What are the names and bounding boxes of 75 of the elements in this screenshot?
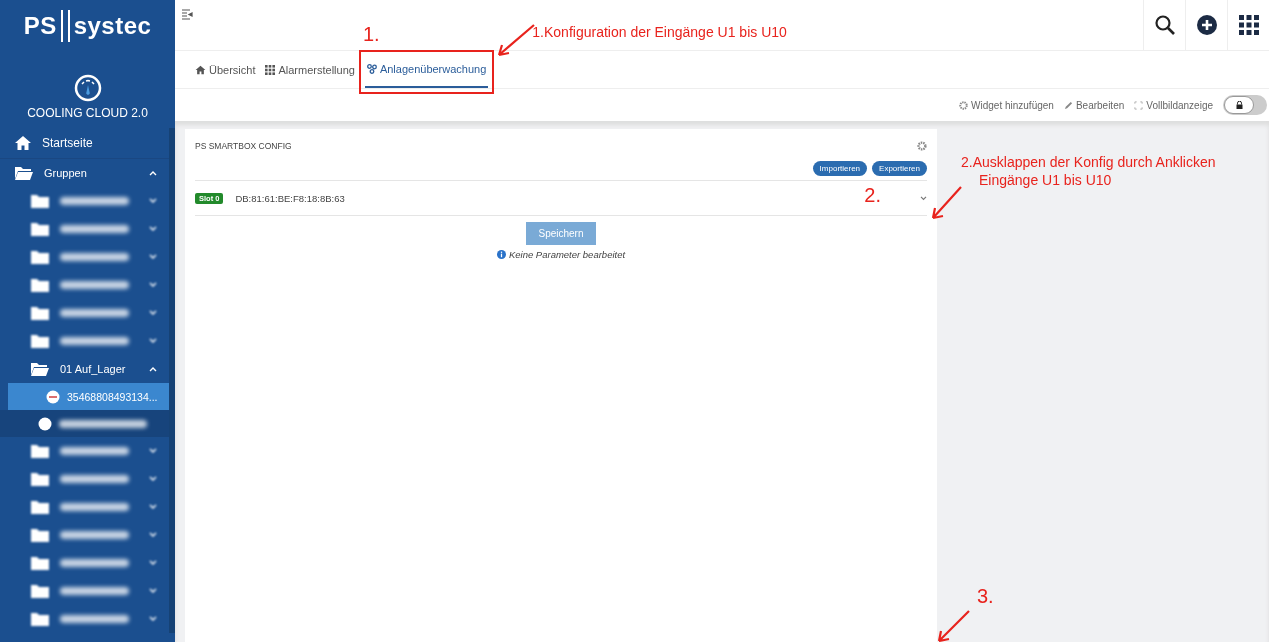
home-icon (14, 135, 32, 151)
folder-icon (30, 471, 50, 487)
plus-icon (1195, 14, 1218, 36)
tab[interactable]: Alarmerstellung (265, 51, 355, 88)
folder-icon (30, 443, 50, 459)
toolbar-link[interactable]: Vollbildanzeige (1134, 99, 1213, 111)
device-icon (38, 416, 52, 431)
annotation-arrow (929, 185, 963, 221)
redacted-label (60, 197, 129, 205)
action-button[interactable]: Exportieren (872, 161, 927, 176)
lock-toggle[interactable] (1223, 95, 1267, 115)
home-icon (195, 64, 206, 75)
annotation-arrow (935, 609, 971, 642)
grid-icon (265, 64, 276, 75)
mac-address: DB:81:61:BE:F8:18:8B:63 (235, 192, 345, 204)
card-title: PS SMARTBOX CONFIG (195, 141, 292, 151)
folder-icon (30, 583, 50, 599)
sidebar-item[interactable] (0, 410, 169, 437)
lock-icon (1235, 101, 1243, 109)
sidebar-item[interactable]: Startseite (0, 128, 169, 159)
tab[interactable]: Anlagenüberwachung (364, 51, 489, 88)
redacted-label (60, 559, 129, 567)
folder-icon (30, 221, 50, 237)
nodes-icon (366, 63, 377, 74)
redacted-label (60, 253, 129, 261)
folder-icon (30, 193, 50, 209)
redacted-label (60, 447, 129, 455)
action-button[interactable]: Importieren (812, 161, 868, 176)
folder-icon (30, 499, 50, 515)
annotation-number: 2. (864, 184, 881, 207)
logo-divider-icon (60, 10, 70, 42)
redacted-label (60, 337, 129, 345)
sidebar-toggle-icon[interactable] (181, 9, 193, 21)
pencil-icon (1063, 100, 1073, 110)
info-message: Keine Parameter bearbeitet (508, 249, 626, 260)
redacted-label (60, 503, 129, 511)
folder-icon (30, 277, 50, 293)
annotation-text: 2.Ausklappen der Konfig durch Anklicken (961, 153, 1216, 171)
annotation-number: 1. (362, 23, 380, 46)
chevron-down-icon[interactable] (920, 195, 927, 201)
open-folder-icon (14, 165, 34, 181)
expand-icon (1134, 100, 1144, 110)
folder-icon (30, 611, 50, 627)
product-name: COOLING CLOUD 2.0 (27, 106, 148, 120)
sidebar-item[interactable]: 35468808493134... (8, 383, 169, 410)
redacted-label (60, 281, 129, 289)
info-icon (496, 250, 506, 259)
redacted-label (60, 587, 129, 595)
redacted-label (60, 531, 129, 539)
annotation-text: 1.Konfiguration der Eingänge U1 bis U10 (532, 24, 787, 40)
redacted-label (60, 475, 129, 483)
redacted-label (60, 615, 129, 623)
sidebar-item[interactable]: Gruppen (0, 159, 169, 187)
device-icon (46, 389, 60, 404)
apps-grid-icon (1238, 15, 1259, 35)
logo-text: PS (23, 12, 57, 40)
logo-text: systec (73, 12, 152, 40)
sidebar-item[interactable]: 01 Auf_Lager (0, 355, 169, 383)
annotation-text: Eingänge U1 bis U10 (978, 171, 1113, 189)
folder-icon (30, 333, 50, 349)
annotation-number: 3. (977, 585, 994, 608)
redacted-label (60, 309, 129, 317)
toolbar-link[interactable]: Bearbeiten (1063, 99, 1125, 111)
redacted-label (60, 225, 129, 233)
folder-icon (30, 305, 50, 321)
gear-icon (959, 100, 969, 110)
open-folder-icon (30, 361, 50, 377)
folder-icon (30, 527, 50, 543)
folder-icon (30, 249, 50, 265)
folder-icon (30, 555, 50, 571)
gauge-icon (73, 74, 102, 102)
settings-icon[interactable] (917, 141, 927, 151)
tab[interactable]: Übersicht (195, 51, 256, 88)
search-icon (1153, 14, 1176, 36)
toolbar-link[interactable]: Widget hinzufügen (959, 99, 1054, 111)
